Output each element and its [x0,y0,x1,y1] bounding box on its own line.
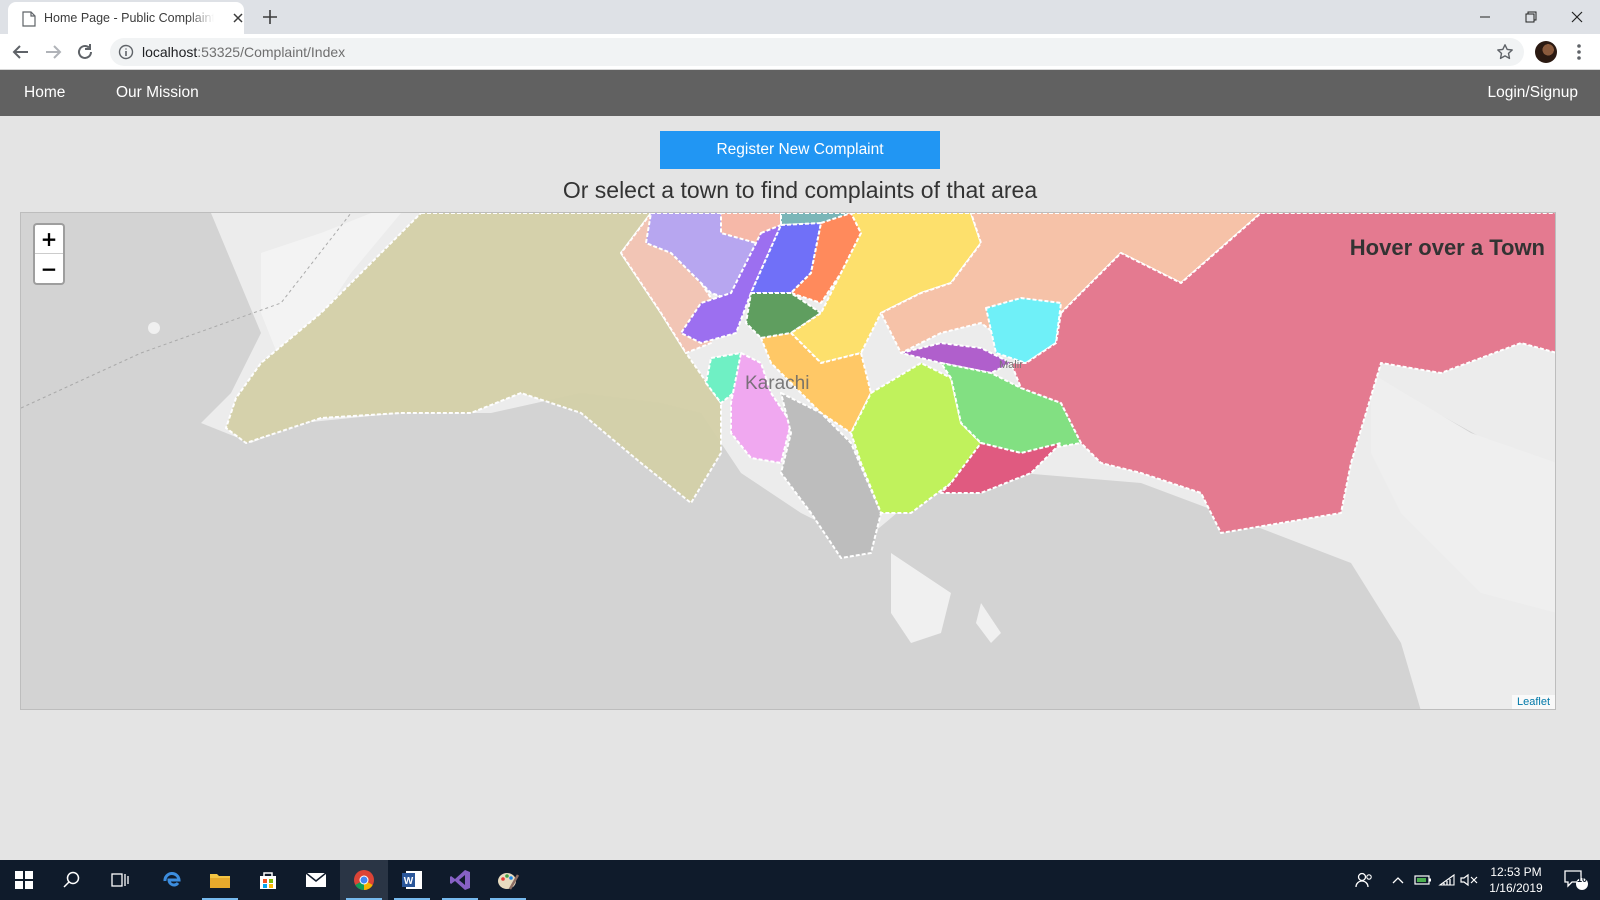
browser-tabstrip: Home Page - Public Complaint Portal [0,0,1600,34]
map-canvas [21,213,1555,709]
island-shape [891,553,951,643]
town-map[interactable]: + − Hover over a Town Karachi Malir Leaf… [20,212,1556,710]
minimize-button[interactable] [1462,0,1508,34]
windows-taskbar: W 12:53 PM 1/16/2019 10 [0,860,1600,900]
taskbar-chrome[interactable] [340,860,388,900]
svg-text:W: W [404,876,414,887]
taskbar-file-explorer[interactable] [196,860,244,900]
island-shape [976,603,1001,643]
forward-button[interactable] [43,42,63,62]
edge-icon [163,872,181,887]
people-icon [1355,872,1372,888]
taskbar-visual-studio[interactable] [436,860,484,900]
notification-count: 10 [1576,874,1587,884]
browser-toolbar: localhost:53325/Complaint/Index [0,34,1600,70]
zoom-out-button[interactable]: − [35,254,63,283]
task-view-icon [111,873,129,887]
paint-icon [498,873,519,890]
new-tab-icon[interactable] [260,7,280,27]
register-complaint-button[interactable]: Register New Complaint [660,131,940,169]
page-icon [22,11,36,27]
island-shape [148,322,160,334]
taskbar-word[interactable]: W [388,860,436,900]
clock-date: 1/16/2019 [1489,881,1543,895]
info-icon[interactable] [118,44,134,60]
chevron-up-icon [1392,877,1404,884]
speaker-muted-icon [1460,873,1478,887]
clock-time: 12:53 PM [1490,865,1542,879]
word-icon: W [402,871,422,889]
chrome-icon [354,870,374,891]
folder-icon [210,874,230,888]
url-text: localhost:53325/Complaint/Index [142,44,345,60]
map-info-box: Hover over a Town [1349,235,1545,260]
back-arrow-icon [12,45,28,59]
profile-avatar[interactable] [1535,41,1557,63]
tab-title: Home Page - Public Complaint Portal [44,11,214,25]
store-icon [260,872,276,889]
nav-home-link[interactable]: Home [24,84,65,102]
reload-button[interactable] [75,42,95,62]
people-button[interactable] [1352,860,1376,900]
search-button[interactable] [48,860,96,900]
battery-icon [1414,875,1431,885]
nav-login-link[interactable]: Login/Signup [1488,84,1579,102]
bookmark-star-icon[interactable] [1496,43,1514,61]
taskbar-paint[interactable] [484,860,532,900]
forward-arrow-icon [46,45,62,59]
wifi-icon [1438,873,1455,886]
reload-icon [78,44,92,59]
url-host: localhost [142,44,198,60]
url-path: :53325/Complaint/Index [197,44,346,60]
site-navbar: Home Our Mission Login/Signup [0,70,1600,116]
nav-mission-link[interactable]: Our Mission [116,84,199,102]
task-view-button[interactable] [96,860,144,900]
zoom-in-button[interactable]: + [35,225,63,254]
taskbar-edge[interactable] [148,860,196,900]
restore-icon [1525,11,1537,23]
close-tab-icon[interactable] [230,10,246,26]
start-button[interactable] [0,860,48,900]
back-button[interactable] [11,42,31,62]
visual-studio-icon [450,870,470,890]
address-bar[interactable]: localhost:53325/Complaint/Index [110,38,1524,66]
network-button[interactable] [1436,860,1458,900]
action-center-button[interactable]: 10 [1556,860,1596,900]
close-icon [1571,11,1583,23]
town-label: Malir [999,359,1023,371]
search-icon [63,871,80,888]
browser-tab[interactable]: Home Page - Public Complaint Portal [8,2,244,34]
zoom-control: + − [33,223,65,285]
tray-expand-button[interactable] [1388,860,1408,900]
battery-button[interactable] [1412,860,1434,900]
volume-button[interactable] [1458,860,1480,900]
city-label: Karachi [745,373,810,394]
menu-dots-icon[interactable] [1574,42,1584,62]
close-window-button[interactable] [1554,0,1600,34]
minimize-icon [1480,16,1490,18]
mail-icon [305,872,327,887]
windows-logo-icon [15,871,33,889]
taskbar-clock[interactable]: 12:53 PM 1/16/2019 [1480,864,1552,896]
taskbar-mail[interactable] [292,860,340,900]
page-subtitle: Or select a town to find complaints of t… [562,177,1038,203]
map-attribution-link[interactable]: Leaflet [1511,695,1555,709]
restore-button[interactable] [1508,0,1554,34]
taskbar-store[interactable] [244,860,292,900]
